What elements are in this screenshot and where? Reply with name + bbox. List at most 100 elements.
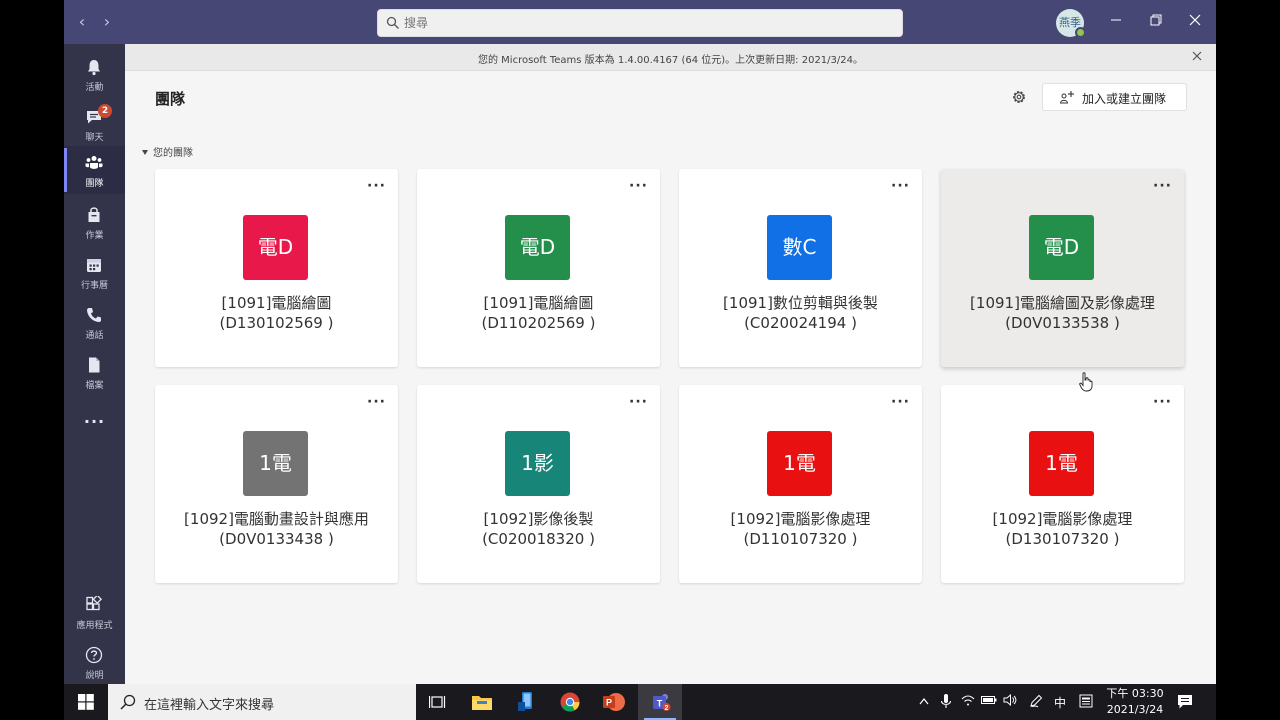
phone-icon — [87, 308, 101, 322]
team-name: [1091]電腦繪圖 — [221, 294, 332, 312]
team-name: [1091]數位剪輯與後製 — [723, 294, 878, 312]
folder-icon — [472, 696, 492, 710]
clock-time: 下午 03:30 — [1106, 687, 1164, 700]
volume-tray-button[interactable] — [1000, 693, 1020, 709]
team-card[interactable]: ··· 數C [1091]數位剪輯與後製 (C020024194 ) — [679, 169, 922, 367]
assignments-icon — [88, 207, 100, 222]
close-button[interactable] — [1185, 12, 1205, 32]
team-card[interactable]: ··· 電D [1091]電腦繪圖 (D130102569 ) — [155, 169, 398, 367]
powerpoint-button[interactable]: P — [592, 684, 636, 720]
chrome-icon — [560, 692, 580, 712]
more-apps-button[interactable]: ... — [64, 400, 125, 444]
join-or-create-team-button[interactable]: 加入或建立團隊 — [1042, 83, 1187, 111]
search-icon — [120, 694, 136, 710]
windows-logo-icon — [78, 694, 94, 710]
more-options-icon[interactable]: ··· — [891, 395, 910, 409]
team-tile-avatar: 電D — [1029, 215, 1094, 280]
battery-tray-button[interactable] — [979, 694, 999, 708]
team-name: [1092]電腦影像處理 — [992, 510, 1133, 528]
wifi-tray-button[interactable] — [958, 694, 978, 709]
microphone-tray-button[interactable] — [936, 694, 956, 712]
team-card[interactable]: ··· 電D [1091]電腦繪圖 (D110202569 ) — [417, 169, 660, 367]
rail-label: 聊天 — [85, 133, 104, 143]
team-code: (D110202569 ) — [481, 314, 596, 332]
rail-item-calendar[interactable]: 行事曆 — [64, 248, 125, 296]
team-card[interactable]: ··· 1電 [1092]電腦動畫設計與應用 (D0V0133438 ) — [155, 385, 398, 583]
microphone-icon — [940, 694, 952, 708]
rail-item-calls[interactable]: 通話 — [64, 298, 125, 346]
team-name: [1092]影像後製 — [483, 510, 594, 528]
more-options-icon[interactable]: ··· — [367, 395, 386, 409]
gear-icon[interactable] — [1010, 88, 1028, 106]
calendar-icon — [87, 259, 101, 272]
team-name: [1091]電腦繪圖及影像處理 — [970, 294, 1155, 312]
rail-item-chat[interactable]: 2 聊天 — [64, 100, 125, 148]
banner-close-button[interactable] — [1188, 48, 1206, 66]
keyboard-layout-icon — [1079, 694, 1093, 708]
team-name: [1092]電腦影像處理 — [730, 510, 871, 528]
more-options-icon[interactable]: ··· — [891, 179, 910, 193]
phone-link-icon — [518, 692, 532, 711]
back-button[interactable]: ‹ — [72, 12, 92, 32]
system-clock[interactable]: 下午 03:30 2021/3/24 — [1104, 686, 1166, 718]
team-card[interactable]: ··· 1電 [1092]電腦影像處理 (D130107320 ) — [941, 385, 1184, 583]
team-tile-avatar: 1電 — [1029, 431, 1094, 496]
team-code: (C020018320 ) — [482, 530, 595, 548]
rail-label: 作業 — [85, 231, 104, 241]
forward-button[interactable]: › — [97, 12, 117, 32]
taskbar-search-box[interactable]: 在這裡輸入文字來搜尋 — [108, 684, 416, 720]
team-card[interactable]: ··· 1電 [1092]電腦影像處理 (D110107320 ) — [679, 385, 922, 583]
file-explorer-button[interactable] — [460, 684, 504, 720]
rail-label: 說明 — [85, 671, 104, 681]
team-tile-avatar: 電D — [243, 215, 308, 280]
ime-options-button[interactable] — [1076, 694, 1096, 711]
more-options-icon[interactable]: ··· — [629, 179, 648, 193]
speaker-icon — [1003, 693, 1017, 707]
app-rail: 活動 2 聊天 團隊 作業 行事曆 通話 檔案 ... 應用程式 說明 — [64, 44, 125, 684]
task-view-button[interactable] — [416, 684, 460, 720]
caret-down-icon — [142, 150, 148, 155]
more-options-icon[interactable]: ··· — [1153, 395, 1172, 409]
notification-icon[interactable] — [1176, 693, 1194, 711]
rail-item-assignments[interactable]: 作業 — [64, 198, 125, 246]
join-button-label: 加入或建立團隊 — [1082, 92, 1167, 106]
battery-icon — [981, 696, 997, 704]
more-options-icon[interactable]: ··· — [629, 395, 648, 409]
team-code: (C020024194 ) — [744, 314, 857, 332]
help-icon — [85, 646, 103, 664]
clock-date: 2021/3/24 — [1106, 703, 1164, 716]
team-name: [1092]電腦動畫設計與應用 — [184, 510, 369, 528]
maximize-button[interactable] — [1146, 12, 1166, 32]
search-box[interactable] — [377, 9, 903, 37]
teams-app-icon: T 2 — [653, 694, 671, 712]
start-button[interactable] — [64, 684, 108, 720]
ime-mode-button[interactable]: 中 — [1050, 694, 1070, 711]
show-hidden-icons-button[interactable] — [914, 694, 934, 708]
rail-label: 團隊 — [85, 179, 104, 189]
restore-icon — [1150, 14, 1162, 26]
rail-item-files[interactable]: 檔案 — [64, 348, 125, 396]
rail-item-help[interactable]: 說明 — [64, 638, 125, 684]
apps-icon — [86, 596, 103, 611]
team-code: (D130107320 ) — [1005, 530, 1120, 548]
team-card[interactable]: ··· 1影 [1092]影像後製 (C020018320 ) — [417, 385, 660, 583]
more-options-icon[interactable]: ··· — [1153, 179, 1172, 193]
teams-taskbar-button[interactable]: T 2 — [638, 684, 682, 720]
more-options-icon[interactable]: ··· — [367, 179, 386, 193]
close-icon — [1192, 51, 1202, 61]
avatar[interactable]: 燕季 — [1056, 9, 1086, 38]
team-card[interactable]: ··· 電D [1091]電腦繪圖及影像處理 (D0V0133538 ) — [941, 169, 1184, 367]
status-available-icon — [1075, 27, 1086, 38]
rail-item-teams[interactable]: 團隊 — [64, 146, 125, 194]
rail-item-apps[interactable]: 應用程式 — [64, 588, 125, 636]
wifi-icon — [961, 695, 975, 706]
phone-app-button[interactable] — [504, 684, 548, 720]
team-tile-avatar: 1電 — [243, 431, 308, 496]
rail-label: 行事曆 — [80, 281, 108, 291]
pen-tray-button[interactable] — [1026, 694, 1046, 711]
chrome-button[interactable] — [548, 684, 592, 720]
search-input[interactable] — [404, 12, 884, 34]
your-teams-section-header[interactable]: 您的團隊 — [142, 144, 193, 159]
rail-item-activity[interactable]: 活動 — [64, 50, 125, 98]
minimize-button[interactable] — [1106, 12, 1126, 32]
